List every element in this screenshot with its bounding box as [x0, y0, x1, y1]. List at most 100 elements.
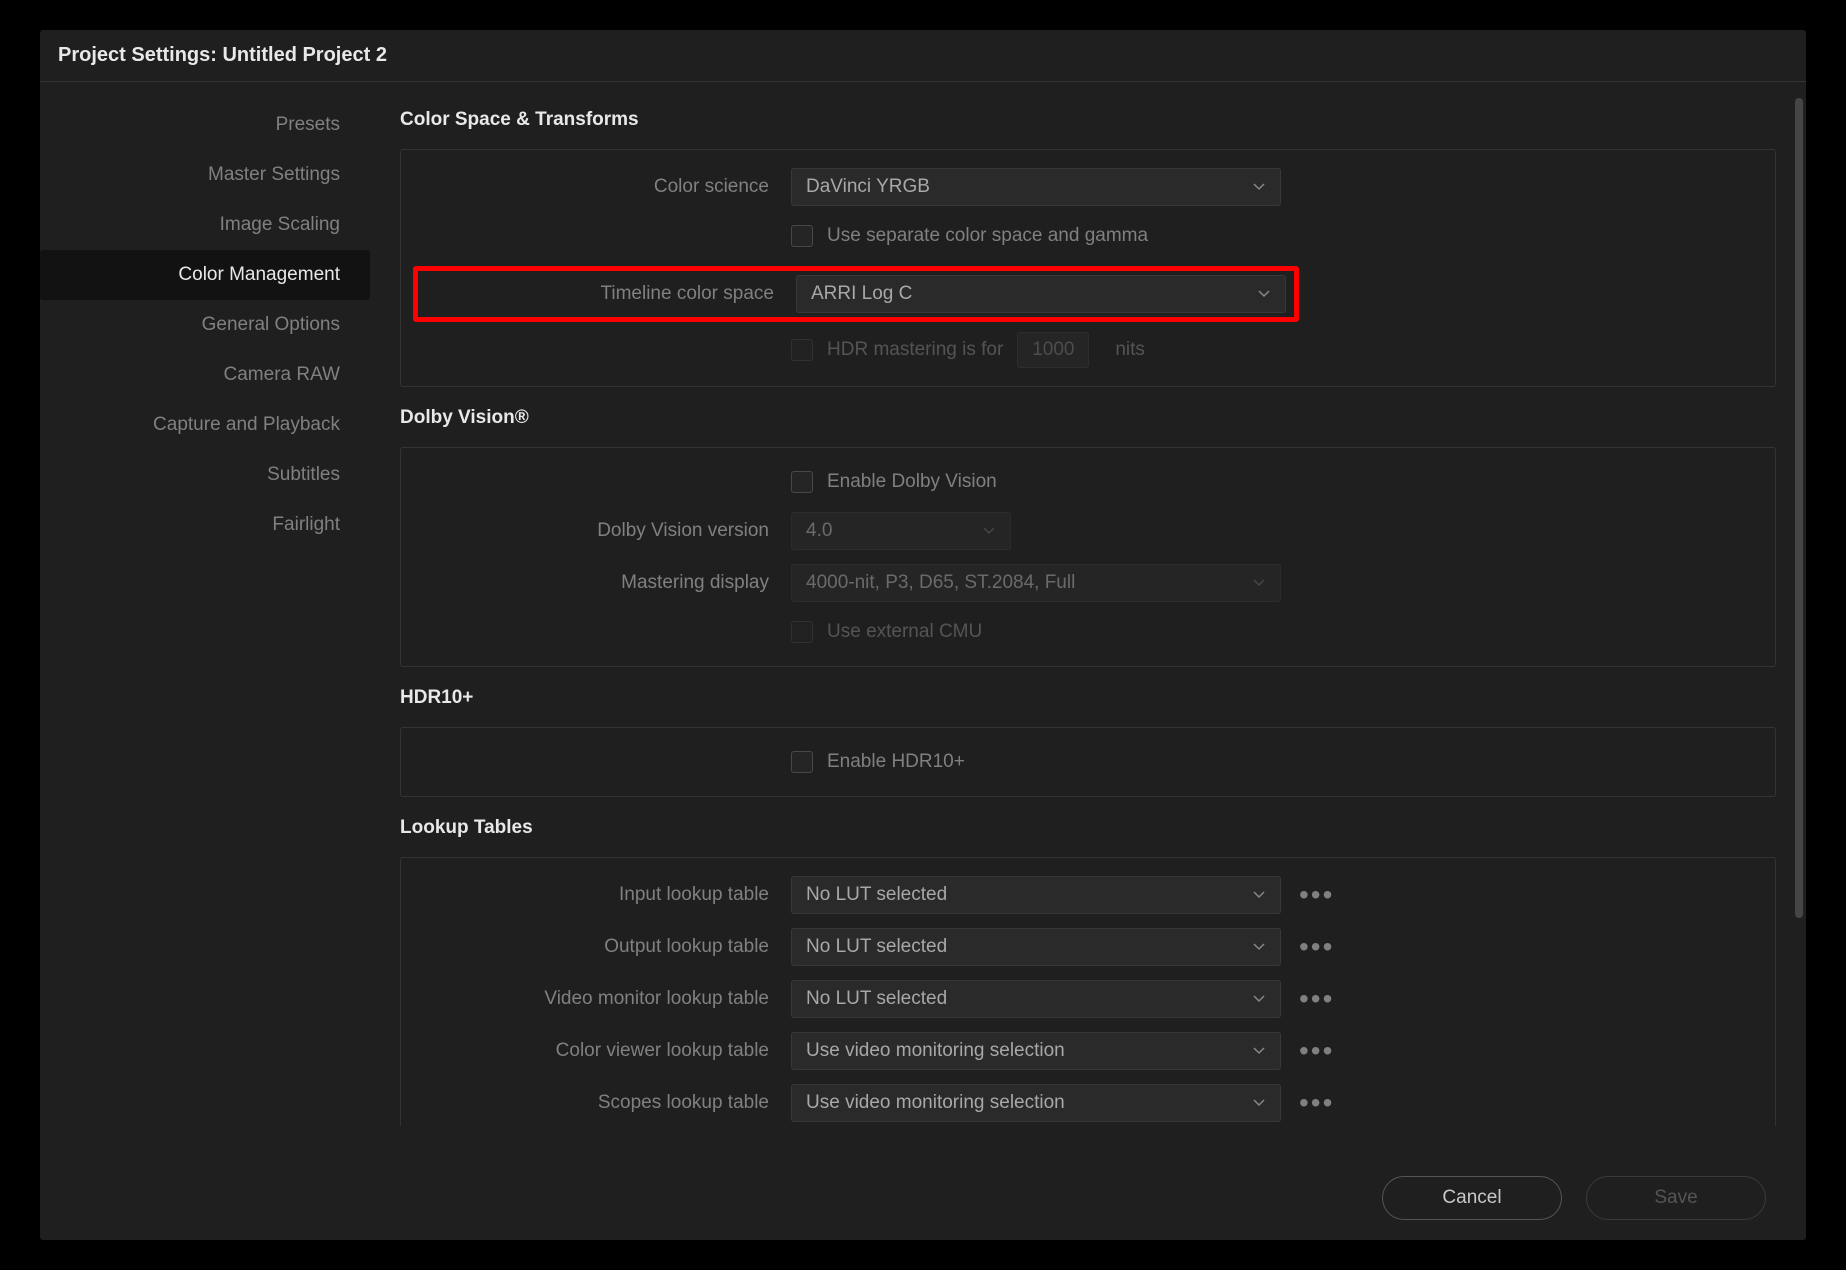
section-title-hdr10: HDR10+	[400, 687, 1776, 709]
chevron-down-icon	[1252, 888, 1266, 902]
label-separate-gamma: Use separate color space and gamma	[827, 225, 1148, 247]
dropdown-timeline-color-space[interactable]: ARRI Log C	[796, 275, 1286, 313]
label-nits-unit: nits	[1115, 339, 1145, 361]
sidebar-item-presets[interactable]: Presets	[40, 100, 370, 150]
chevron-down-icon	[1252, 1096, 1266, 1110]
content-scrollbar[interactable]	[1795, 98, 1803, 918]
save-button: Save	[1586, 1176, 1766, 1220]
label-output-lut: Output lookup table	[421, 936, 791, 958]
label-external-cmu: Use external CMU	[827, 621, 982, 643]
row-viewer-lut: Color viewer lookup table Use video moni…	[421, 1032, 1755, 1070]
cancel-button[interactable]: Cancel	[1382, 1176, 1562, 1220]
checkbox-row-separate-gamma: Use separate color space and gamma	[791, 225, 1148, 247]
input-hdr-nits[interactable]	[1017, 332, 1089, 368]
dropdown-value: No LUT selected	[806, 936, 947, 958]
sidebar-item-label: Fairlight	[272, 514, 340, 535]
dropdown-dolby-version[interactable]: 4.0	[791, 512, 1011, 550]
row-output-lut: Output lookup table No LUT selected •••	[421, 928, 1755, 966]
section-box-dolby: Enable Dolby Vision Dolby Vision version…	[400, 447, 1776, 667]
settings-content: Color Space & Transforms Color science D…	[370, 82, 1806, 1240]
dropdown-value: ARRI Log C	[811, 283, 912, 305]
label-viewer-lut: Color viewer lookup table	[421, 1040, 791, 1062]
checkbox-enable-hdr10[interactable]	[791, 751, 813, 773]
sidebar-item-image-scaling[interactable]: Image Scaling	[40, 200, 370, 250]
dropdown-viewer-lut[interactable]: Use video monitoring selection	[791, 1032, 1281, 1070]
dropdown-value: 4000-nit, P3, D65, ST.2084, Full	[806, 572, 1075, 594]
row-input-lut: Input lookup table No LUT selected •••	[421, 876, 1755, 914]
chevron-down-icon	[1252, 180, 1266, 194]
sidebar-item-label: Color Management	[178, 264, 340, 285]
sidebar-item-label: General Options	[202, 314, 340, 335]
sidebar-item-label: Image Scaling	[220, 214, 340, 235]
sidebar-item-master-settings[interactable]: Master Settings	[40, 150, 370, 200]
section-box-hdr10: Enable HDR10+	[400, 727, 1776, 797]
sidebar-item-label: Subtitles	[267, 464, 340, 485]
highlight-timeline-color-space: Timeline color space ARRI Log C	[413, 266, 1299, 322]
row-monitor-lut: Video monitor lookup table No LUT select…	[421, 980, 1755, 1018]
dropdown-monitor-lut[interactable]: No LUT selected	[791, 980, 1281, 1018]
dropdown-input-lut[interactable]: No LUT selected	[791, 876, 1281, 914]
sidebar-item-subtitles[interactable]: Subtitles	[40, 450, 370, 500]
checkbox-separate-gamma[interactable]	[791, 225, 813, 247]
label-enable-dolby: Enable Dolby Vision	[827, 471, 997, 493]
row-dolby-version: Dolby Vision version 4.0	[421, 512, 1755, 550]
section-title-dolby: Dolby Vision®	[400, 407, 1776, 429]
label-timeline-color-space: Timeline color space	[422, 283, 796, 305]
sidebar-item-general-options[interactable]: General Options	[40, 300, 370, 350]
row-enable-hdr10: Enable HDR10+	[421, 746, 1755, 778]
sidebar-item-camera-raw[interactable]: Camera RAW	[40, 350, 370, 400]
row-scopes-lut: Scopes lookup table Use video monitoring…	[421, 1084, 1755, 1122]
footer-buttons: Cancel Save	[1382, 1176, 1766, 1220]
sidebar-item-color-management[interactable]: Color Management	[40, 250, 370, 300]
label-monitor-lut: Video monitor lookup table	[421, 988, 791, 1010]
label-hdr-mastering: HDR mastering is for	[827, 339, 1003, 361]
label-color-science: Color science	[421, 176, 791, 198]
chevron-down-icon	[1252, 1044, 1266, 1058]
project-settings-window: Project Settings: Untitled Project 2 Pre…	[40, 30, 1806, 1240]
dropdown-color-science[interactable]: DaVinci YRGB	[791, 168, 1281, 206]
label-enable-hdr10: Enable HDR10+	[827, 751, 965, 773]
row-separate-gamma: Use separate color space and gamma	[421, 220, 1755, 252]
dropdown-scopes-lut[interactable]: Use video monitoring selection	[791, 1084, 1281, 1122]
dropdown-mastering-display[interactable]: 4000-nit, P3, D65, ST.2084, Full	[791, 564, 1281, 602]
row-enable-dolby: Enable Dolby Vision	[421, 466, 1755, 498]
section-box-color-space: Color science DaVinci YRGB Use separate …	[400, 149, 1776, 387]
more-button-scopes-lut[interactable]: •••	[1299, 1098, 1334, 1108]
chevron-down-icon	[1252, 992, 1266, 1006]
checkbox-row-enable-hdr10: Enable HDR10+	[791, 751, 965, 773]
section-box-lut: Input lookup table No LUT selected ••• O…	[400, 857, 1776, 1126]
more-button-output-lut[interactable]: •••	[1299, 942, 1334, 952]
sidebar-item-label: Presets	[276, 114, 340, 135]
dropdown-value: No LUT selected	[806, 884, 947, 906]
dropdown-output-lut[interactable]: No LUT selected	[791, 928, 1281, 966]
checkbox-row-external-cmu: Use external CMU	[791, 621, 982, 643]
chevron-down-icon	[982, 524, 996, 538]
checkbox-hdr-mastering[interactable]	[791, 339, 813, 361]
sidebar-item-label: Master Settings	[208, 164, 340, 185]
sidebar-item-label: Capture and Playback	[153, 414, 340, 435]
checkbox-enable-dolby[interactable]	[791, 471, 813, 493]
checkbox-row-hdr-mastering: HDR mastering is for nits	[791, 332, 1145, 368]
more-button-viewer-lut[interactable]: •••	[1299, 1046, 1334, 1056]
chevron-down-icon	[1252, 576, 1266, 590]
row-timeline-color-space: Timeline color space ARRI Log C	[421, 266, 1755, 322]
sidebar-item-capture-playback[interactable]: Capture and Playback	[40, 400, 370, 450]
dropdown-value: No LUT selected	[806, 988, 947, 1010]
label-mastering-display: Mastering display	[421, 572, 791, 594]
label-dolby-version: Dolby Vision version	[421, 520, 791, 542]
window-title: Project Settings: Untitled Project 2	[40, 30, 1806, 82]
dropdown-value: 4.0	[806, 520, 832, 542]
sidebar-item-fairlight[interactable]: Fairlight	[40, 500, 370, 550]
label-scopes-lut: Scopes lookup table	[421, 1092, 791, 1114]
window-body: Presets Master Settings Image Scaling Co…	[40, 82, 1806, 1240]
checkbox-external-cmu	[791, 621, 813, 643]
sidebar-item-label: Camera RAW	[224, 364, 340, 385]
more-button-monitor-lut[interactable]: •••	[1299, 994, 1334, 1004]
row-color-science: Color science DaVinci YRGB	[421, 168, 1755, 206]
row-external-cmu: Use external CMU	[421, 616, 1755, 648]
section-title-color-space: Color Space & Transforms	[400, 109, 1776, 131]
chevron-down-icon	[1257, 287, 1271, 301]
dropdown-value: Use video monitoring selection	[806, 1040, 1065, 1062]
more-button-input-lut[interactable]: •••	[1299, 890, 1334, 900]
chevron-down-icon	[1252, 940, 1266, 954]
